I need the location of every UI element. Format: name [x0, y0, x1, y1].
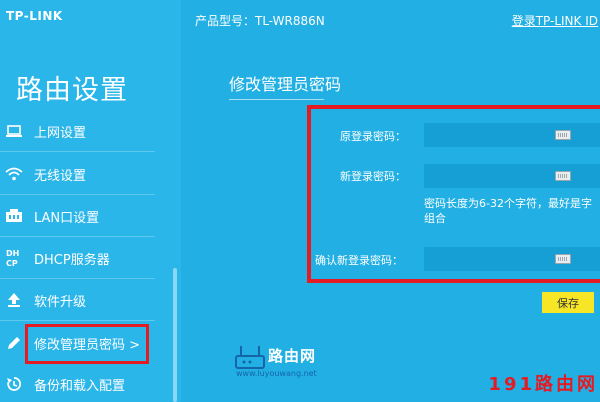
sidebar-item-backup-restore[interactable]: 备份和载入配置: [0, 367, 172, 401]
section-title: 修改管理员密码: [229, 75, 342, 94]
sidebar-item-label: 备份和载入配置: [34, 378, 126, 394]
lan-port-icon: [4, 206, 24, 226]
sidebar-item-label: DHCP服务器: [34, 252, 110, 268]
sidebar-divider: [0, 151, 155, 152]
keyboard-icon[interactable]: [555, 171, 571, 181]
sidebar-item-dhcp-server[interactable]: DH CP DHCP服务器: [0, 241, 172, 275]
login-tp-link-id-link[interactable]: 登录TP-LINK ID: [512, 12, 598, 29]
password-hint-line: 组合: [424, 212, 446, 225]
upgrade-icon: [4, 290, 24, 310]
password-hint: 密码长度为6-32个字符，最好是字 组合: [424, 196, 600, 226]
new-password-input[interactable]: [424, 164, 600, 188]
sidebar-divider: [0, 236, 155, 237]
password-hint-line: 密码长度为6-32个字符，最好是字: [424, 197, 592, 210]
pencil-icon: [4, 333, 24, 353]
product-model: 产品型号：TL-WR886N: [195, 14, 325, 28]
svg-text:DH: DH: [6, 249, 19, 258]
sidebar-item-software-upgrade[interactable]: 软件升级: [0, 283, 172, 317]
section-title-underline: [229, 99, 324, 100]
save-button[interactable]: 保存: [542, 292, 594, 313]
sidebar-divider: [0, 278, 155, 279]
watermark-url: www.luyouwang.net: [236, 369, 317, 378]
wifi-icon: [4, 164, 24, 184]
sidebar: TP-LINK 路由设置 上网设置 无线设置 LAN口设置 DH CP DHCP…: [0, 0, 181, 402]
sidebar-divider: [0, 194, 155, 195]
active-item-highlight-box: [25, 324, 149, 364]
internet-icon: [4, 121, 24, 141]
sidebar-item-label: 无线设置: [34, 168, 87, 184]
sidebar-item-wireless-settings[interactable]: 无线设置: [0, 157, 172, 191]
confirm-password-label: 确认新登录密码：: [315, 254, 403, 267]
sidebar-item-label: 上网设置: [34, 125, 87, 141]
sidebar-item-internet-settings[interactable]: 上网设置: [0, 114, 172, 148]
old-password-input[interactable]: [424, 123, 600, 147]
svg-text:CP: CP: [6, 259, 18, 268]
tp-link-logo: TP-LINK: [6, 9, 63, 23]
new-password-label: 新登录密码：: [340, 170, 406, 183]
dhcp-icon: DH CP: [4, 248, 24, 268]
sidebar-scrollbar[interactable]: [173, 268, 177, 402]
sidebar-item-lan-settings[interactable]: LAN口设置: [0, 199, 172, 233]
watermark-logo-text: 路由网: [268, 347, 317, 365]
backup-restore-icon: [4, 374, 24, 394]
router-admin-page: TP-LINK 路由设置 上网设置 无线设置 LAN口设置 DH CP DHCP…: [0, 0, 600, 402]
sidebar-divider: [0, 320, 155, 321]
sidebar-item-label: 软件升级: [34, 294, 87, 310]
corner-watermark: 191路由网: [488, 374, 598, 395]
old-password-label: 原登录密码：: [340, 130, 406, 143]
sidebar-title: 路由设置: [16, 75, 128, 106]
keyboard-icon[interactable]: [555, 254, 571, 264]
sidebar-item-label: LAN口设置: [34, 210, 100, 226]
confirm-password-input[interactable]: [424, 247, 600, 271]
keyboard-icon[interactable]: [555, 130, 571, 140]
